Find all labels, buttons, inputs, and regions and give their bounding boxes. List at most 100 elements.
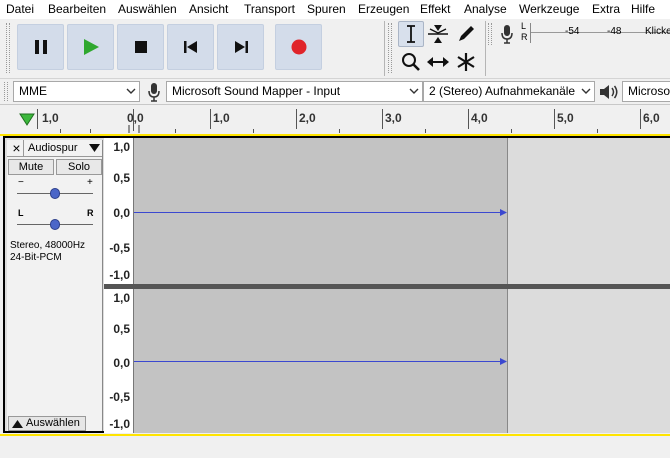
draw-tool[interactable] xyxy=(453,21,479,47)
ch1-scale-neg05: -0,5 xyxy=(109,241,130,255)
menu-bearbeiten[interactable]: Bearbeiten xyxy=(48,2,106,16)
menu-spuren[interactable]: Spuren xyxy=(307,2,346,16)
recording-channels-select[interactable]: 2 (Stereo) Aufnahmekanäle xyxy=(423,81,595,102)
menu-erzeugen[interactable]: Erzeugen xyxy=(358,2,409,16)
menu-transport[interactable]: Transport xyxy=(244,2,295,16)
channel2-empty[interactable] xyxy=(507,289,670,433)
channel1-selection[interactable] xyxy=(134,138,507,284)
audio-host-select[interactable]: MME xyxy=(13,81,140,102)
pause-icon xyxy=(34,40,47,54)
toolbar-separator xyxy=(384,21,385,76)
channel2-waveform xyxy=(134,361,501,362)
selection-tool[interactable] xyxy=(398,21,424,47)
track-control-panel[interactable]: × Audiospur Mute Solo − + L R Stereo, 48… xyxy=(7,140,103,431)
i-beam-cursor-icon xyxy=(407,25,415,43)
menu-hilfe[interactable]: Hilfe xyxy=(631,2,655,16)
pan-right-label: R xyxy=(87,208,94,218)
skip-to-end-button[interactable] xyxy=(217,24,264,70)
track-focus-bottom xyxy=(0,434,670,436)
asterisk-icon xyxy=(457,53,475,71)
meter-channel-right: R xyxy=(521,32,528,42)
playback-device-select[interactable]: Microso xyxy=(622,81,670,102)
ruler-label-1: 1,0 xyxy=(213,111,230,125)
meter-toolbar-grip[interactable] xyxy=(488,23,492,45)
ch2-scale-0: 0,0 xyxy=(113,356,130,370)
triangle-up-icon xyxy=(12,420,23,428)
ch1-scale-05: 0,5 xyxy=(113,171,130,185)
menu-auswaehlen[interactable]: Auswählen xyxy=(118,2,177,16)
output-device-speaker xyxy=(598,82,620,102)
chevron-down-icon xyxy=(409,88,419,94)
track-info: Stereo, 48000Hz 24-Bit-PCM xyxy=(10,240,85,264)
zoom-tool[interactable] xyxy=(398,49,424,75)
menu-extra[interactable]: Extra xyxy=(592,2,620,16)
transport-toolbar-grip[interactable] xyxy=(6,23,10,73)
stop-icon xyxy=(134,41,147,53)
ruler-label-neg1: 1,0 xyxy=(42,111,59,125)
record-meter-button[interactable] xyxy=(497,23,517,45)
menu-ansicht[interactable]: Ansicht xyxy=(189,2,228,16)
track-title-bar: × Audiospur xyxy=(7,140,102,157)
play-icon xyxy=(83,39,99,55)
channel1-amplitude-ruler[interactable]: 1,0 0,5 0,0 -0,5 -1,0 xyxy=(104,138,134,284)
skip-to-start-button[interactable] xyxy=(167,24,214,70)
tools-toolbar-grip[interactable] xyxy=(388,23,392,73)
ch2-scale-05: 0,5 xyxy=(113,322,130,336)
skip-to-end-icon xyxy=(234,41,248,53)
input-device-mic xyxy=(145,82,163,102)
select-track-label: Auswählen xyxy=(26,417,80,429)
ch2-scale-neg05: -0,5 xyxy=(109,390,130,404)
multi-tool[interactable] xyxy=(453,49,479,75)
ch1-scale-0: 0,0 xyxy=(113,206,130,220)
audio-track[interactable]: × Audiospur Mute Solo − + L R Stereo, 48… xyxy=(3,136,670,433)
gain-minus-label: − xyxy=(18,177,24,188)
skip-to-start-icon xyxy=(183,41,197,53)
solo-button[interactable]: Solo xyxy=(56,159,102,175)
envelope-icon xyxy=(428,25,448,43)
speaker-icon xyxy=(600,85,618,99)
chevron-down-icon xyxy=(581,88,591,94)
recording-device-select[interactable]: Microsoft Sound Mapper - Input xyxy=(166,81,423,102)
play-button[interactable] xyxy=(67,24,114,70)
audio-host-value: MME xyxy=(19,84,47,98)
double-arrow-icon xyxy=(427,57,449,67)
meter-channel-left: L xyxy=(521,21,527,31)
envelope-tool[interactable] xyxy=(425,21,451,47)
track-format: Stereo, 48000Hz xyxy=(10,240,86,251)
timeline-ruler[interactable]: 1,0 0,0 1,0 2,0 3,0 4,0 5,0 6,0 xyxy=(0,104,670,134)
pan-slider-thumb[interactable] xyxy=(50,219,60,230)
ruler-minor-ticks xyxy=(0,126,670,133)
channel1-empty[interactable] xyxy=(507,138,670,284)
triangle-down-icon[interactable] xyxy=(89,144,100,152)
menu-bar: Datei Bearbeiten Auswählen Ansicht Trans… xyxy=(0,0,670,19)
stop-button[interactable] xyxy=(117,24,164,70)
select-track-button[interactable]: Auswählen xyxy=(8,416,86,431)
ch1-scale-neg1: -1,0 xyxy=(109,268,130,282)
ch2-scale-1: 1,0 xyxy=(113,291,130,305)
track-name-menu[interactable]: Audiospur xyxy=(28,142,78,154)
recording-meter[interactable]: -54 -48 Klicke xyxy=(530,23,670,43)
ruler-label-2: 2,0 xyxy=(299,111,316,125)
magnifier-icon xyxy=(402,53,420,71)
gain-slider-thumb[interactable] xyxy=(50,188,60,199)
toolbar-separator xyxy=(485,21,486,76)
tracks-area: × Audiospur Mute Solo − + L R Stereo, 48… xyxy=(0,134,670,458)
time-shift-tool[interactable] xyxy=(425,49,451,75)
mute-button[interactable]: Mute xyxy=(8,159,54,175)
pan-left-label: L xyxy=(18,208,24,218)
menu-effekt[interactable]: Effekt xyxy=(420,2,450,16)
record-button[interactable] xyxy=(275,24,322,70)
close-track-button[interactable]: × xyxy=(10,140,24,156)
device-toolbar: MME Microsoft Sound Mapper - Input 2 (St… xyxy=(0,78,670,104)
ruler-label-5: 5,0 xyxy=(557,111,574,125)
menu-werkzeuge[interactable]: Werkzeuge xyxy=(519,2,579,16)
channel1-waveform xyxy=(134,212,501,213)
recording-channels-value: 2 (Stereo) Aufnahmekanäle xyxy=(429,84,576,98)
menu-datei[interactable]: Datei xyxy=(6,2,34,16)
gain-plus-label: + xyxy=(87,177,93,188)
channel2-amplitude-ruler[interactable]: 1,0 0,5 0,0 -0,5 -1,0 xyxy=(104,289,134,433)
device-toolbar-grip[interactable] xyxy=(4,82,8,101)
meter-scale-48: -48 xyxy=(607,26,622,37)
pause-button[interactable] xyxy=(17,24,64,70)
menu-analyse[interactable]: Analyse xyxy=(464,2,507,16)
